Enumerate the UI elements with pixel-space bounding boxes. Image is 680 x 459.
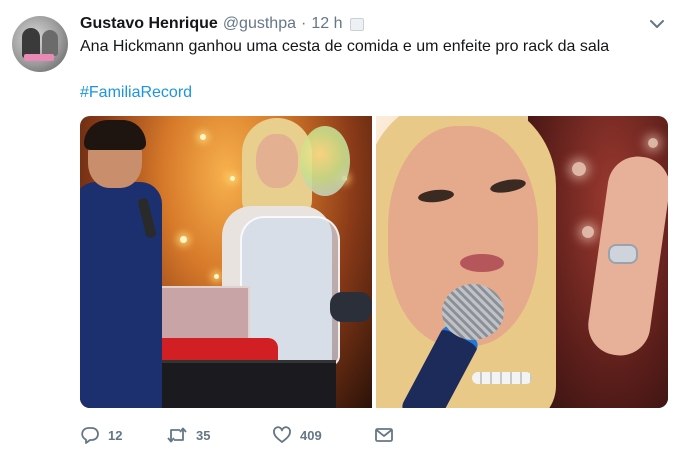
sleeve-hand [330,292,372,322]
like-button[interactable]: 409 [272,425,362,445]
hashtag-link[interactable]: #FamiliaRecord [80,84,192,102]
retweet-icon [166,425,188,445]
light-sparkle [230,176,235,181]
reply-icon [80,425,100,445]
bokeh-light [572,162,586,176]
light-sparkle [200,134,206,140]
pearl-necklace [472,372,532,384]
avatar-figure [42,30,58,56]
photo-closeup[interactable] [376,116,668,408]
retweet-count: 35 [196,427,211,443]
light-sparkle [180,236,187,243]
tweet-header: Gustavo Henrique @gusthpa · 12 h [80,13,365,35]
bokeh-light [648,138,658,148]
display-table [146,360,336,408]
reply-button[interactable]: 12 [80,425,146,445]
tweet-card: Gustavo Henrique @gusthpa · 12 h Ana Hic… [0,0,680,459]
like-count: 409 [300,427,322,443]
microphone-icon [442,284,504,340]
heart-icon [272,425,292,445]
light-sparkle [214,274,219,279]
translate-badge-icon [350,17,365,31]
media-grid [80,116,668,408]
person-face [256,134,298,188]
tweet-text: Ana Hickmann ganhou uma cesta de comida … [80,38,610,55]
timestamp[interactable]: 12 h [311,15,342,33]
tweet-actions: 12 35 409 [80,423,434,447]
gift-box [150,286,250,346]
separator-dot: · [301,15,307,32]
avatar-decoration [24,54,54,61]
envelope-icon [374,425,394,445]
retweet-button[interactable]: 35 [166,425,252,445]
user-handle[interactable]: @gusthpa [223,15,296,33]
reply-count: 12 [108,427,123,443]
photo-studio[interactable] [80,116,372,408]
ring [608,244,638,264]
chevron-down-icon[interactable] [649,16,665,32]
avatar[interactable] [12,16,68,72]
display-name[interactable]: Gustavo Henrique [80,15,218,33]
flower-bouquet [300,126,350,196]
lips [460,254,504,272]
host-hair [84,120,146,150]
bokeh-light [582,226,594,238]
direct-message-button[interactable] [374,425,394,445]
